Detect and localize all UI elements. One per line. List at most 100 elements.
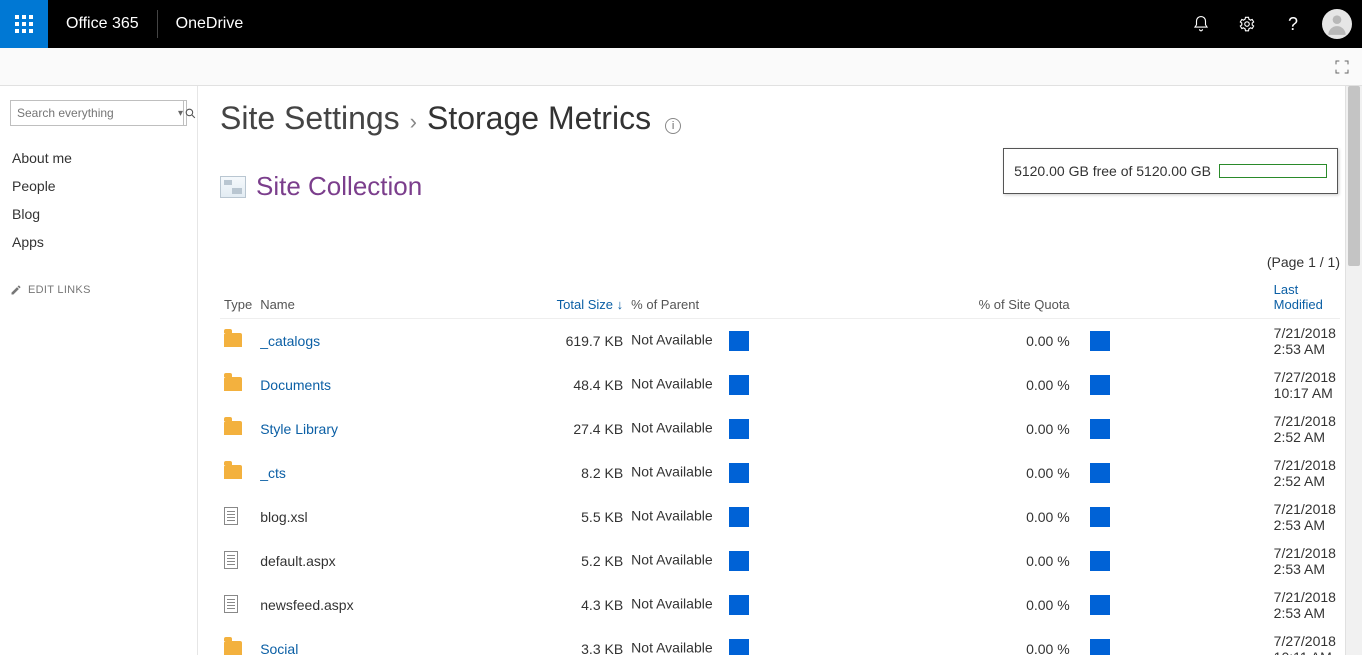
app-launcher[interactable] [0, 0, 48, 48]
item-pct-parent: Not Available [627, 495, 889, 539]
folder-icon [224, 421, 242, 435]
vertical-scrollbar[interactable] [1345, 86, 1362, 655]
sidebar-link-people[interactable]: People [10, 172, 187, 200]
pct-parent-bar [729, 375, 749, 395]
file-icon [224, 551, 238, 569]
notifications-icon[interactable] [1178, 0, 1224, 48]
item-pct-parent: Not Available [627, 407, 889, 451]
quota-summary: 5120.00 GB free of 5120.00 GB [1003, 148, 1338, 194]
search-button[interactable] [183, 101, 197, 125]
info-icon[interactable]: i [665, 118, 681, 134]
item-modified: 7/27/2018 10:17 AM [1114, 363, 1340, 407]
item-size: 8.2 KB [529, 451, 627, 495]
item-name: blog.xsl [260, 509, 307, 525]
settings-icon[interactable] [1224, 0, 1270, 48]
item-size: 27.4 KB [529, 407, 627, 451]
item-name[interactable]: _catalogs [260, 333, 320, 349]
item-size: 4.3 KB [529, 583, 627, 627]
col-last-modified[interactable]: Last Modified [1114, 276, 1340, 319]
table-row: Documents48.4 KBNot Available 0.00 %7/27… [220, 363, 1340, 407]
search-icon [184, 107, 197, 120]
suite-brand[interactable]: Office 365 [48, 10, 158, 38]
item-modified: 7/21/2018 2:53 AM [1114, 319, 1340, 364]
pct-quota-bar [1090, 639, 1110, 655]
item-pct-parent: Not Available [627, 583, 889, 627]
breadcrumb: Site Settings › Storage Metrics i [220, 100, 1340, 137]
focus-content-icon[interactable] [1330, 55, 1354, 79]
table-row: blog.xsl 5.5 KBNot Available 0.00 % 7/21/2… [220, 495, 1340, 539]
scrollbar-thumb[interactable] [1348, 86, 1360, 266]
pct-parent-bar [729, 419, 749, 439]
pct-parent-bar [729, 595, 749, 615]
item-pct-parent: Not Available [627, 363, 889, 407]
quota-bar [1219, 164, 1327, 178]
page-title: Storage Metrics [427, 100, 651, 137]
help-icon[interactable]: ? [1270, 0, 1316, 48]
item-pct-quota: 0.00 % [889, 627, 1073, 655]
chevron-right-icon: › [410, 109, 417, 135]
sidebar-link-about-me[interactable]: About me [10, 144, 187, 172]
item-size: 5.5 KB [529, 495, 627, 539]
table-row: Style Library 27.4 KBNot Available 0.00 %… [220, 407, 1340, 451]
sidebar-link-apps[interactable]: Apps [10, 228, 187, 256]
sub-bar [0, 48, 1362, 86]
item-pct-parent: Not Available [627, 451, 889, 495]
item-name[interactable]: _cts [260, 465, 286, 481]
col-name[interactable]: Name [256, 276, 529, 319]
item-pct-quota: 0.00 % [889, 407, 1073, 451]
edit-links-label: EDIT LINKS [28, 284, 91, 296]
col-pct-quota[interactable]: % of Site Quota [889, 276, 1073, 319]
col-pct-parent[interactable]: % of Parent [627, 276, 889, 319]
search-box: ▾ [10, 100, 187, 126]
pct-quota-bar [1090, 595, 1110, 615]
person-icon [1324, 11, 1350, 37]
item-name[interactable]: Social [260, 641, 298, 655]
pencil-icon [10, 284, 22, 296]
item-size: 5.2 KB [529, 539, 627, 583]
app-name[interactable]: OneDrive [158, 15, 262, 33]
item-pct-parent: Not Available [627, 319, 889, 364]
user-avatar[interactable] [1322, 9, 1352, 39]
folder-icon [224, 333, 242, 347]
table-row: _cts8.2 KBNot Available 0.00 %7/21/2018 … [220, 451, 1340, 495]
search-input[interactable] [11, 106, 178, 120]
waffle-icon [15, 15, 33, 33]
site-collection-link[interactable]: Site Collection [256, 171, 422, 202]
item-modified: 7/21/2018 2:53 AM [1114, 495, 1340, 539]
pct-parent-bar [729, 507, 749, 527]
item-pct-parent: Not Available [627, 539, 889, 583]
item-pct-quota: 0.00 % [889, 319, 1073, 364]
pct-parent-bar [729, 639, 749, 655]
quota-text: 5120.00 GB free of 5120.00 GB [1014, 163, 1211, 179]
col-type[interactable]: Type [220, 276, 256, 319]
pct-quota-bar [1090, 463, 1110, 483]
item-modified: 7/21/2018 2:53 AM [1114, 539, 1340, 583]
col-total-size[interactable]: Total Size ↓ [529, 276, 627, 319]
edit-links[interactable]: EDIT LINKS [10, 284, 187, 296]
file-icon [224, 507, 238, 525]
table-row: _catalogs619.7 KBNot Available 0.00 %7/2… [220, 319, 1340, 364]
site-collection-icon [220, 176, 246, 198]
pct-parent-bar [729, 463, 749, 483]
item-size: 3.3 KB [529, 627, 627, 655]
item-modified: 7/21/2018 2:53 AM [1114, 583, 1340, 627]
item-pct-quota: 0.00 % [889, 583, 1073, 627]
file-icon [224, 595, 238, 613]
item-name: default.aspx [260, 553, 336, 569]
item-name[interactable]: Style Library [260, 421, 338, 437]
pct-quota-bar [1090, 375, 1110, 395]
folder-icon [224, 377, 242, 391]
item-pct-quota: 0.00 % [889, 451, 1073, 495]
item-pct-parent: Not Available [627, 627, 889, 655]
folder-icon [224, 465, 242, 479]
storage-table: Type Name Total Size ↓ % of Parent % of … [220, 276, 1340, 655]
breadcrumb-root[interactable]: Site Settings [220, 100, 400, 137]
table-row: default.aspx5.2 KBNot Available 0.00 %7/… [220, 539, 1340, 583]
suite-bar: Office 365 OneDrive ? [0, 0, 1362, 48]
item-modified: 7/27/2018 10:11 AM [1114, 627, 1340, 655]
page-indicator: (Page 1 / 1) [220, 254, 1340, 270]
item-pct-quota: 0.00 % [889, 495, 1073, 539]
sidebar-link-blog[interactable]: Blog [10, 200, 187, 228]
item-name: newsfeed.aspx [260, 597, 353, 613]
item-name[interactable]: Documents [260, 377, 331, 393]
